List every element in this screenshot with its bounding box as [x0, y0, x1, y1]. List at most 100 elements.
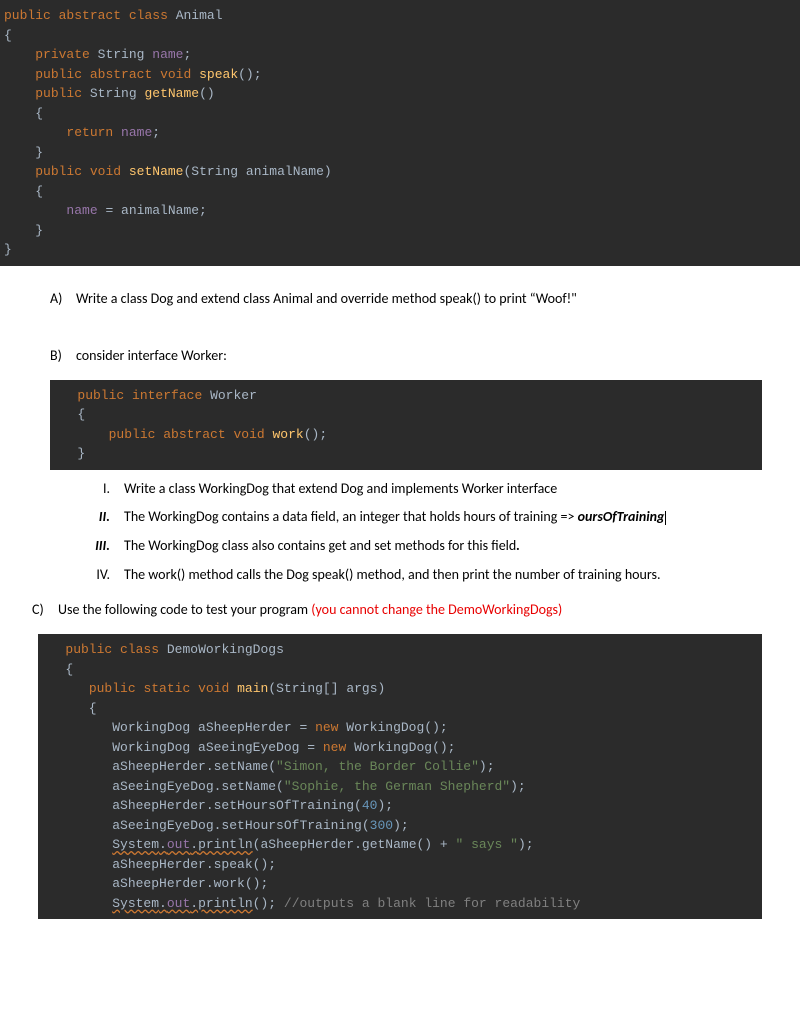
- question-text: Use the following code to test your prog…: [58, 601, 780, 618]
- kw: abstract: [163, 427, 225, 442]
- field: name: [66, 203, 97, 218]
- brace: {: [54, 407, 85, 422]
- roman-pre: The WorkingDog contains a data field, an…: [124, 508, 578, 525]
- code-block-worker-wrap: public interface Worker { public abstrac…: [50, 380, 762, 470]
- kw: interface: [132, 388, 202, 403]
- qc-warn: (you cannot change the DemoWorkingDogs): [311, 601, 562, 618]
- stmt: aSeeingEyeDog.setHoursOfTraining(: [112, 818, 369, 833]
- questions-section: A) Write a class Dog and extend class An…: [0, 290, 800, 920]
- parens: ();: [304, 427, 327, 442]
- brace: }: [54, 446, 85, 461]
- roman-item-iv: IV. The work() method calls the Dog spea…: [88, 566, 780, 585]
- kw: return: [66, 125, 113, 140]
- roman-label: II.: [88, 508, 124, 527]
- semi: ;: [183, 47, 191, 62]
- code-block-worker: public interface Worker { public abstrac…: [50, 380, 762, 470]
- kw: void: [160, 67, 191, 82]
- assign: = animalName;: [98, 203, 207, 218]
- dot: .: [159, 837, 167, 852]
- roman-item-iii: III. The WorkingDog class also contains …: [88, 537, 780, 556]
- brace: {: [4, 106, 43, 121]
- stmt: );: [393, 818, 409, 833]
- kw: void: [90, 164, 121, 179]
- brace: {: [42, 701, 97, 716]
- question-text: Write a class Dog and extend class Anima…: [76, 290, 780, 307]
- text-cursor-icon: [665, 511, 666, 525]
- params: (String[] args): [268, 681, 385, 696]
- stmt: aSheepHerder.speak();: [112, 857, 276, 872]
- class-name: DemoWorkingDogs: [167, 642, 284, 657]
- roman-text: Write a class WorkingDog that extend Dog…: [124, 480, 780, 499]
- field: out: [167, 837, 190, 852]
- kw: public: [65, 642, 112, 657]
- comment: //outputs a blank line for readability: [284, 896, 580, 911]
- stmt: aSheepHerder.work();: [112, 876, 268, 891]
- stmt: (aSheepHerder.getName() +: [253, 837, 456, 852]
- brace: }: [4, 223, 43, 238]
- kw: public: [77, 388, 124, 403]
- roman-text: The work() method calls the Dog speak() …: [124, 566, 780, 585]
- kw: public: [35, 86, 82, 101]
- question-a: A) Write a class Dog and extend class An…: [50, 290, 780, 307]
- stmt: aSheepHerder.setHoursOfTraining(: [112, 798, 362, 813]
- field: name: [152, 47, 183, 62]
- roman-text: The WorkingDog class also contains get a…: [124, 537, 780, 556]
- type: String: [98, 47, 145, 62]
- parens: (): [199, 86, 215, 101]
- dot: .: [190, 896, 198, 911]
- kw: void: [198, 681, 229, 696]
- stmt: WorkingDog();: [338, 720, 447, 735]
- question-text: consider interface Worker:: [76, 347, 780, 364]
- question-c: C) Use the following code to test your p…: [32, 601, 780, 618]
- dot: .: [159, 896, 167, 911]
- string: "Simon, the Border Collie": [276, 759, 479, 774]
- class-name: Worker: [210, 388, 257, 403]
- roman-em: oursOfTraining: [578, 508, 665, 525]
- kw: new: [315, 720, 338, 735]
- kw: public: [109, 427, 156, 442]
- dot: .: [190, 837, 198, 852]
- method: getName: [144, 86, 199, 101]
- kw: new: [323, 740, 346, 755]
- kw: public: [35, 164, 82, 179]
- println: println: [198, 837, 253, 852]
- kw: static: [143, 681, 190, 696]
- roman-list: I. Write a class WorkingDog that extend …: [88, 480, 780, 586]
- kw: public: [35, 67, 82, 82]
- roman-dot: .: [516, 537, 520, 554]
- roman-label: I.: [88, 480, 124, 499]
- parens: ();: [238, 67, 261, 82]
- stmt: aSeeingEyeDog.setName(: [112, 779, 284, 794]
- squiggle: System.out.println: [112, 837, 252, 852]
- kw: public: [4, 8, 51, 23]
- string: "Sophie, the German Shepherd": [284, 779, 510, 794]
- brace: }: [4, 242, 12, 257]
- roman-label: IV.: [88, 566, 124, 585]
- kw: public: [89, 681, 136, 696]
- roman-label-text: II.: [99, 508, 110, 525]
- code-block-animal: public abstract class Animal { private S…: [0, 0, 800, 266]
- stmt: WorkingDog aSheepHerder =: [112, 720, 315, 735]
- brace: {: [4, 184, 43, 199]
- kw: private: [35, 47, 90, 62]
- field: name: [121, 125, 152, 140]
- brace: {: [42, 662, 73, 677]
- kw: class: [129, 8, 168, 23]
- stmt: aSheepHerder.setName(: [112, 759, 276, 774]
- code-block-demo-wrap: public class DemoWorkingDogs { public st…: [38, 634, 762, 919]
- stmt: WorkingDog();: [346, 740, 455, 755]
- squiggle: System.out.println: [112, 896, 252, 911]
- kw: void: [233, 427, 264, 442]
- stmt: );: [479, 759, 495, 774]
- kw: abstract: [59, 8, 121, 23]
- roman-item-i: I. Write a class WorkingDog that extend …: [88, 480, 780, 499]
- stmt: );: [377, 798, 393, 813]
- number: 40: [362, 798, 378, 813]
- method: speak: [199, 67, 238, 82]
- question-label: C): [32, 601, 58, 618]
- system: System: [112, 837, 159, 852]
- kw: class: [120, 642, 159, 657]
- method: work: [273, 427, 304, 442]
- stmt: );: [510, 779, 526, 794]
- method: main: [237, 681, 268, 696]
